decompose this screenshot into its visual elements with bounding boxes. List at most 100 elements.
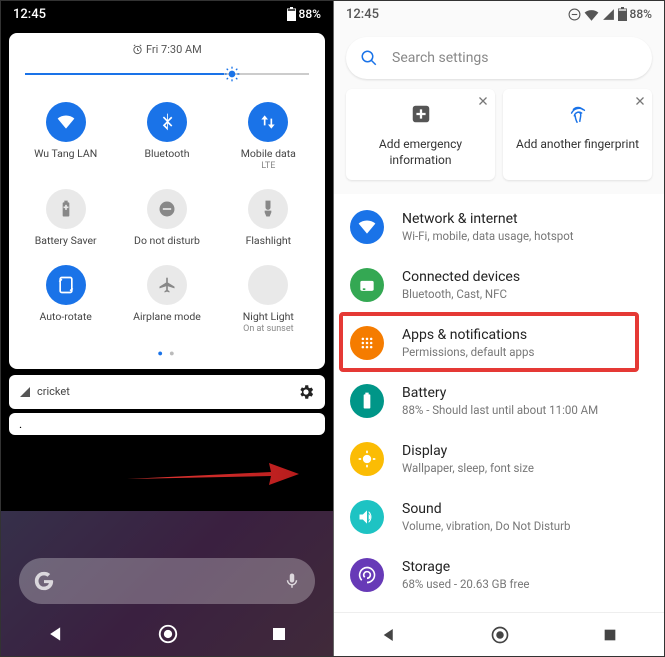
qs-tile-label: Auto-rotate [39,311,91,324]
qs-tile-label: Night Light [243,311,294,324]
qs-tile-icon [248,265,288,305]
qs-tile-icon [46,102,86,142]
settings-row-title: Network & internet [402,211,574,227]
page-dots: ● ● [15,348,319,359]
notification-stub[interactable]: . [9,413,325,435]
settings-row-icon [350,442,384,476]
settings-row-sub: 88% - Should last until about 11:00 AM [402,403,598,417]
qs-tile-flashlight[interactable]: Flashlight [218,183,319,254]
signal-icon [19,386,31,398]
medical-icon [410,103,432,125]
settings-row-icon [350,500,384,534]
settings-row-network-internet[interactable]: Network & internet Wi-Fi, mobile, data us… [334,198,664,256]
nav-home-icon[interactable] [490,625,510,645]
qs-tile-wu-tang-lan[interactable]: Wu Tang LAN [15,96,116,177]
search-settings[interactable]: Search settings [346,37,652,79]
alarm-text: Fri 7:30 AM [146,43,202,56]
alarm-icon [132,44,143,55]
settings-row-connected-devices[interactable]: Connected devices Bluetooth, Cast, NFC [334,256,664,314]
status-time: 12:45 [13,7,46,22]
signal-icon [602,8,615,21]
fingerprint-icon [567,103,589,125]
brightness-slider[interactable] [25,64,309,84]
qs-tile-do-not-disturb[interactable]: Do not disturb [116,183,217,254]
qs-tile-icon [248,189,288,229]
annotation-arrow [121,459,301,489]
settings-row-title: Apps & notifications [402,327,534,343]
settings-row-title: Sound [402,501,570,517]
qs-tile-icon [147,189,187,229]
settings-row-battery[interactable]: Battery 88% - Should last until about 11:… [334,372,664,430]
qs-tile-label: Battery Saver [35,235,97,248]
qs-tile-icon [46,189,86,229]
nav-back-icon[interactable] [380,626,398,644]
carrier-row: cricket [9,375,325,409]
qs-tile-icon [147,102,187,142]
card-label: Add another fingerprint [511,137,644,153]
settings-row-sub: Volume, vibration, Do Not Disturb [402,519,570,533]
settings-row-icon [350,268,384,302]
qs-tile-auto-rotate[interactable]: Auto-rotate [15,259,116,340]
qs-tile-airplane-mode[interactable]: Airplane mode [116,259,217,340]
qs-tile-label: Mobile data [241,148,296,161]
settings-row-icon [350,326,384,360]
dnd-icon [568,8,581,21]
google-g-icon [33,570,55,592]
settings-row-sub: Permissions, default apps [402,345,534,359]
status-time: 12:45 [346,7,379,22]
status-bar: 12:45 88% [334,1,664,27]
settings-row-sub: Wi-Fi, mobile, data usage, hotspot [402,229,574,243]
card-label: Add emergency information [354,137,487,168]
settings-row-sub: Wallpaper, sleep, font size [402,461,534,475]
qs-tile-icon [46,265,86,305]
qs-tile-night-light[interactable]: Night LightOn at sunset [218,259,319,340]
settings-row-title: Battery [402,385,598,401]
battery-icon [287,7,296,21]
nav-home-icon[interactable] [157,623,179,645]
carrier-name: cricket [37,385,70,398]
battery-percent: 88% [299,7,321,21]
mic-icon[interactable] [283,572,301,590]
settings-gear-icon[interactable] [297,383,315,401]
qs-tile-label: Flashlight [246,235,292,248]
settings-row-sub: Bluetooth, Cast, NFC [402,287,520,301]
settings-row-sound[interactable]: Sound Volume, vibration, Do Not Disturb [334,488,664,546]
settings-row-title: Display [402,443,534,459]
qs-tile-bluetooth[interactable]: Bluetooth [116,96,217,177]
settings-row-storage[interactable]: Storage68% used - 20.63 GB free [334,546,664,604]
brightness-thumb-icon [224,66,240,82]
settings-row-icon [350,384,384,418]
card-emergency-info[interactable]: Add emergency information [346,89,495,180]
settings-row-icon [350,558,384,592]
wifi-icon [584,8,599,21]
google-search-bar[interactable] [19,558,315,604]
close-icon[interactable] [477,95,489,107]
status-bar: 12:45 88% [1,1,333,27]
nav-recent-icon[interactable] [270,625,288,643]
qs-tile-mobile-data[interactable]: Mobile dataLTE [218,96,319,177]
settings-row-apps-notifications[interactable]: Apps & notifications Permissions, default… [334,314,664,372]
nav-bar [334,612,664,656]
qs-tile-label: Do not disturb [134,235,200,248]
qs-tile-label: Bluetooth [145,148,190,161]
settings-row-title: Storage [402,559,530,575]
qs-tile-label: Wu Tang LAN [34,148,97,161]
qs-tile-sub: LTE [261,161,275,171]
settings-row-title: Connected devices [402,269,520,285]
search-placeholder: Search settings [392,50,489,66]
battery-percent: 88% [630,7,652,21]
nav-back-icon[interactable] [46,624,66,644]
alarm-row[interactable]: Fri 7:30 AM [15,43,319,56]
qs-tile-battery-saver[interactable]: Battery Saver [15,183,116,254]
qs-tile-label: Airplane mode [133,311,201,324]
settings-row-display[interactable]: Display Wallpaper, sleep, font size [334,430,664,488]
close-icon[interactable] [634,95,646,107]
qs-tile-icon [248,102,288,142]
nav-recent-icon[interactable] [602,627,618,643]
quick-settings-panel: Fri 7:30 AM Wu Tang LAN Bluetooth Mobile d… [9,33,325,369]
battery-icon [618,7,627,21]
card-fingerprint[interactable]: Add another fingerprint [503,89,652,180]
qs-tile-sub: On at sunset [243,324,293,334]
search-icon [360,49,378,67]
nav-bar [1,612,333,656]
